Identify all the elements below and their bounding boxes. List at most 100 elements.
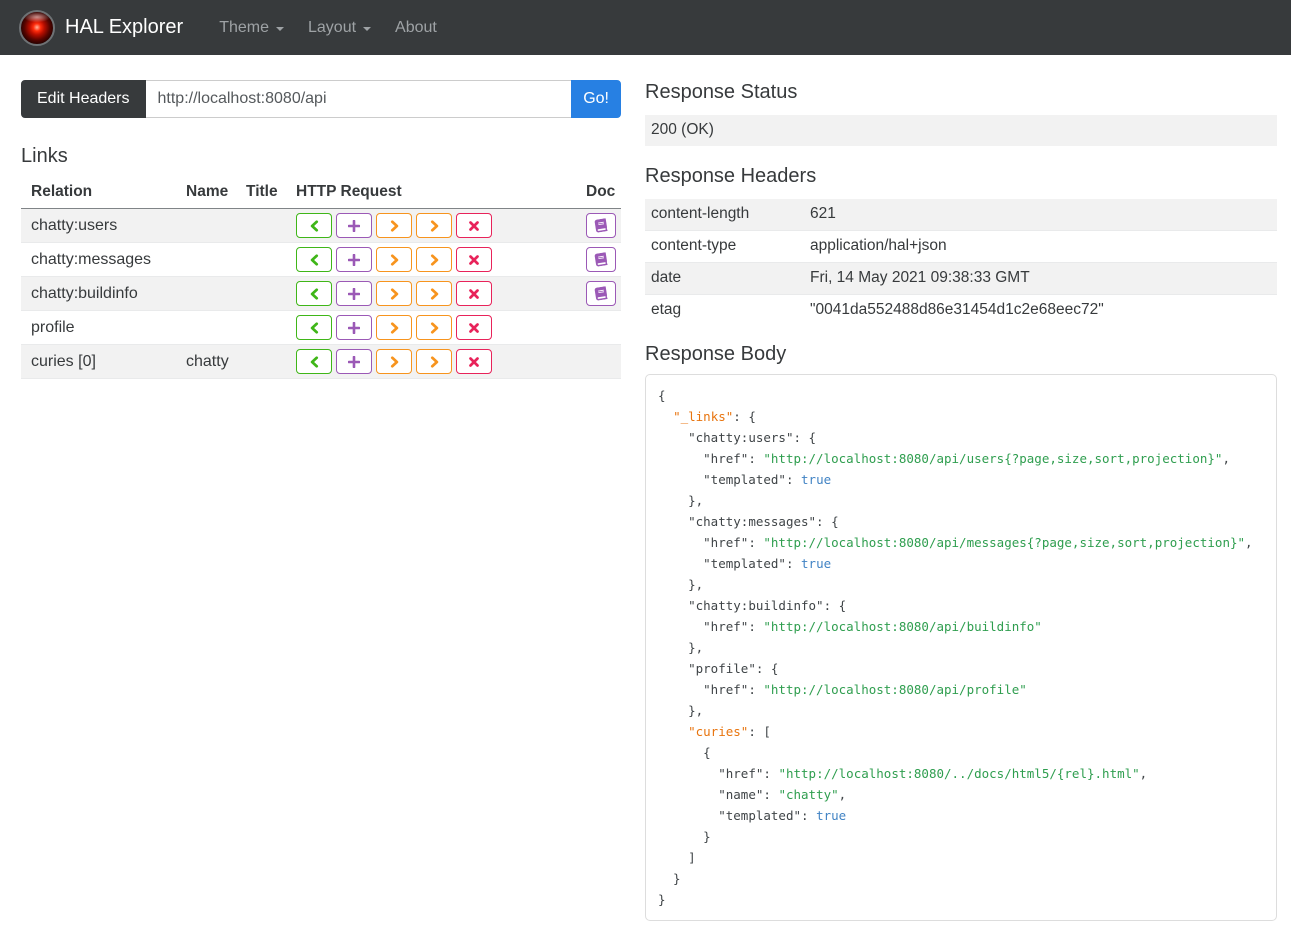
column-header-name: Name xyxy=(186,179,246,209)
delete-button[interactable] xyxy=(456,281,492,306)
link-row: chatty:buildinfo xyxy=(21,276,621,311)
chevron-right-icon xyxy=(429,287,440,300)
link-name xyxy=(186,242,246,277)
http-request-button-strip xyxy=(296,247,586,272)
header-key: etag xyxy=(645,294,804,326)
response-headers-title: Response Headers xyxy=(645,165,817,187)
doc-button[interactable] xyxy=(586,247,616,272)
patch-button[interactable] xyxy=(416,315,452,340)
link-row: chatty:messages xyxy=(21,242,621,277)
chevron-left-icon xyxy=(309,253,320,266)
delete-button[interactable] xyxy=(456,349,492,374)
right-column: Response Status 200 (OK) Response Header… xyxy=(645,80,1277,921)
nav-item-theme[interactable]: Theme xyxy=(207,19,296,37)
brand-title[interactable]: HAL Explorer xyxy=(65,16,183,39)
chevron-left-icon xyxy=(309,287,320,300)
code-line: } xyxy=(658,871,681,886)
response-body-code: { "_links": { "chatty:users": { "href": … xyxy=(645,374,1277,921)
doc-cell xyxy=(586,208,621,243)
edit-headers-button[interactable]: Edit Headers xyxy=(21,80,146,118)
doc-cell xyxy=(586,310,621,345)
code-line: }, xyxy=(658,493,704,508)
post-button[interactable] xyxy=(336,281,372,306)
go-button[interactable]: Go! xyxy=(571,80,621,118)
link-relation: profile xyxy=(21,310,186,345)
code-line: "name": "chatty", xyxy=(718,787,847,802)
put-button[interactable] xyxy=(376,315,412,340)
put-button[interactable] xyxy=(376,247,412,272)
patch-button[interactable] xyxy=(416,349,452,374)
code-line: "templated": true xyxy=(703,556,832,571)
patch-button[interactable] xyxy=(416,247,452,272)
links-table-header-row: Relation Name Title HTTP Request Doc xyxy=(21,179,621,209)
book-icon xyxy=(594,252,608,267)
code-line: "href": "http://localhost:8080/api/profi… xyxy=(703,682,1027,697)
chevron-left-icon xyxy=(309,321,320,334)
delete-button[interactable] xyxy=(456,213,492,238)
book-icon xyxy=(594,218,608,233)
doc-button[interactable] xyxy=(586,213,616,238)
nav-item-layout[interactable]: Layout xyxy=(296,19,383,37)
main-content: Edit Headers Go! Links Relation Name Tit… xyxy=(0,55,1291,941)
request-bar: Edit Headers Go! xyxy=(21,80,621,118)
post-button[interactable] xyxy=(336,213,372,238)
api-url-input[interactable] xyxy=(145,80,572,118)
get-button[interactable] xyxy=(296,213,332,238)
chevron-right-icon xyxy=(389,355,400,368)
link-relation: curies [0] xyxy=(21,344,186,379)
code-line: "curies": [ xyxy=(688,724,771,739)
delete-button[interactable] xyxy=(456,247,492,272)
code-line: ] xyxy=(658,850,696,865)
response-headers-body: content-length 621 content-type application… xyxy=(645,199,1277,326)
http-request-button-strip xyxy=(296,315,586,340)
doc-cell xyxy=(586,344,621,379)
get-button[interactable] xyxy=(296,315,332,340)
link-row: profile xyxy=(21,310,621,345)
post-button[interactable] xyxy=(336,349,372,374)
http-request-button-strip xyxy=(296,213,586,238)
put-button[interactable] xyxy=(376,281,412,306)
header-key: content-length xyxy=(651,205,750,222)
get-button[interactable] xyxy=(296,247,332,272)
code-line: "href": "http://localhost:8080/api/users… xyxy=(703,451,1230,466)
http-request-button-strip xyxy=(296,349,586,374)
chevron-right-icon xyxy=(389,321,400,334)
code-line: "chatty:messages": { xyxy=(688,514,839,529)
link-title xyxy=(246,344,296,379)
nav-item-about[interactable]: About xyxy=(383,19,449,37)
code-line: "href": "http://localhost:8080/api/build… xyxy=(703,619,1042,634)
delete-button[interactable] xyxy=(456,315,492,340)
code-line: }, xyxy=(658,577,704,592)
link-title xyxy=(246,310,296,345)
link-row: chatty:users xyxy=(21,208,621,243)
header-value: "0041da552488d86e31454d1c2e68eec72" xyxy=(804,294,1277,326)
link-relation: chatty:messages xyxy=(21,242,186,277)
x-icon xyxy=(469,288,479,299)
code-line: "chatty:users": { xyxy=(688,430,817,445)
doc-button[interactable] xyxy=(586,281,616,306)
put-button[interactable] xyxy=(376,349,412,374)
nav-item-label: Theme xyxy=(219,18,269,36)
nav-item-label: About xyxy=(395,18,437,36)
link-title xyxy=(246,276,296,311)
response-body-title: Response Body xyxy=(645,343,787,365)
column-header-relation: Relation xyxy=(21,179,186,209)
left-column: Edit Headers Go! Links Relation Name Tit… xyxy=(21,80,621,379)
patch-button[interactable] xyxy=(416,213,452,238)
patch-button[interactable] xyxy=(416,281,452,306)
link-title xyxy=(246,208,296,243)
post-button[interactable] xyxy=(336,247,372,272)
link-relation: chatty:buildinfo xyxy=(21,276,186,311)
post-button[interactable] xyxy=(336,315,372,340)
link-title xyxy=(246,242,296,277)
http-request-buttons xyxy=(296,276,586,311)
get-button[interactable] xyxy=(296,349,332,374)
response-headers-table: content-length 621 content-type application… xyxy=(645,199,1277,326)
doc-cell xyxy=(586,276,621,311)
link-name xyxy=(186,276,246,311)
put-button[interactable] xyxy=(376,213,412,238)
get-button[interactable] xyxy=(296,281,332,306)
column-header-doc: Doc xyxy=(586,179,621,209)
code-line: "profile": { xyxy=(688,661,779,676)
chevron-down-icon xyxy=(363,26,372,31)
